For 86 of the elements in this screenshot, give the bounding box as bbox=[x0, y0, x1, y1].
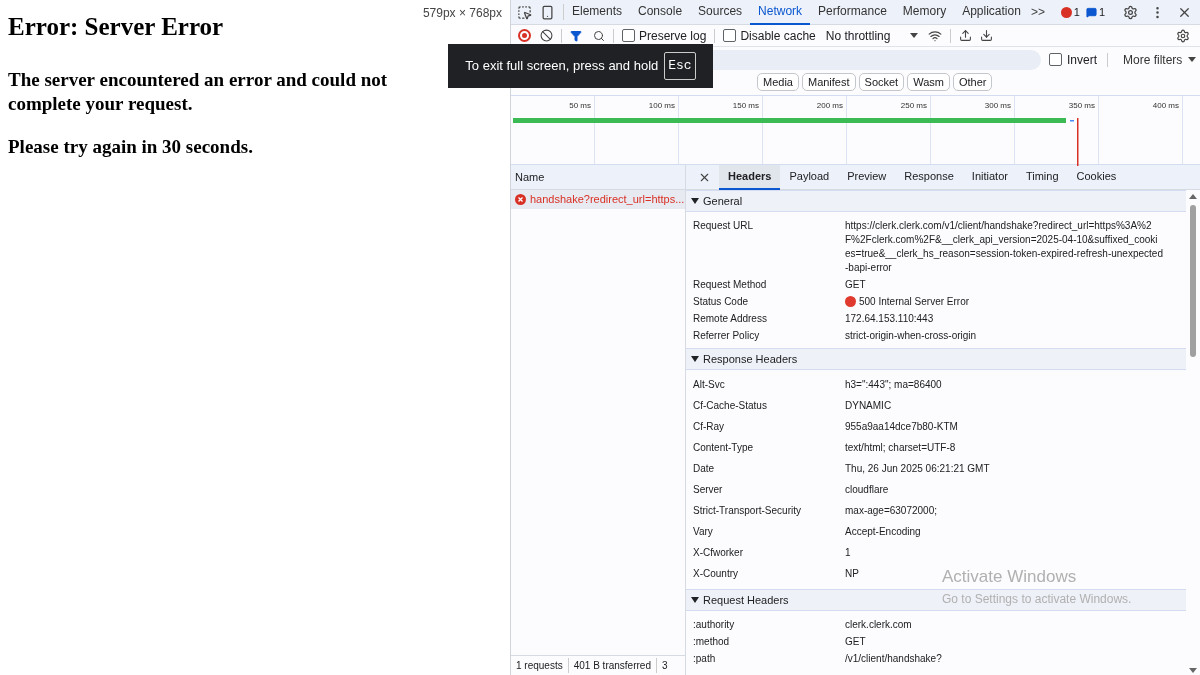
time-tick: 150 ms bbox=[732, 100, 759, 112]
more-tabs-button[interactable]: >> bbox=[1030, 3, 1045, 21]
checkbox-label: Invert bbox=[1067, 51, 1097, 69]
retry-message: Please try again in 30 seconds. bbox=[8, 134, 254, 159]
panel-tab[interactable]: Memory bbox=[894, 0, 955, 25]
header-name: :method bbox=[693, 634, 731, 649]
header-value: NP bbox=[845, 566, 859, 581]
filter-chip[interactable]: Wasm bbox=[907, 73, 950, 91]
time-tick: 50 ms bbox=[569, 100, 591, 112]
header-name: Content-Type bbox=[693, 440, 755, 455]
detail-tab[interactable]: Initiator bbox=[962, 164, 1017, 190]
fullscreen-toast: To exit full screen, press and hold Esc bbox=[448, 44, 713, 88]
header-value: clerk.clerk.com bbox=[845, 617, 912, 632]
header-value: Thu, 26 Jun 2025 06:21:21 GMT bbox=[845, 461, 990, 476]
panel-tab[interactable]: Network bbox=[750, 0, 811, 25]
detail-tab[interactable]: Preview bbox=[838, 164, 896, 190]
header-value: DYNAMIC bbox=[845, 398, 892, 413]
detail-tab[interactable]: Cookies bbox=[1067, 164, 1126, 190]
dimensions-label: 579px × 768px bbox=[422, 5, 502, 22]
panel-tab[interactable]: Application bbox=[954, 0, 1029, 25]
header-name: :authority bbox=[693, 617, 736, 632]
header-name: :path bbox=[693, 651, 717, 666]
time-tick: 400 ms bbox=[1152, 100, 1179, 112]
activation-subtitle: Go to Settings to activate Windows. bbox=[942, 590, 1132, 608]
panel-tab[interactable]: Console bbox=[630, 0, 691, 25]
detail-tab[interactable]: Payload bbox=[780, 164, 839, 190]
header-name: Strict-Transport-Security bbox=[693, 503, 802, 518]
header-value: cloudflare bbox=[845, 482, 889, 497]
activation-title: Activate Windows bbox=[942, 566, 1078, 588]
header-name: Cf-Ray bbox=[693, 419, 726, 434]
throttling-dropdown[interactable]: No throttling bbox=[825, 26, 919, 45]
time-tick: 100 ms bbox=[648, 100, 675, 112]
filter-chip[interactable]: Media bbox=[757, 73, 799, 91]
header-value: 955a9aa14dce7b80-KTM bbox=[845, 419, 958, 434]
header-value: h3=":443"; ma=86400 bbox=[845, 377, 942, 392]
time-tick: 250 ms bbox=[900, 100, 927, 112]
header-value: text/html; charset=UTF-8 bbox=[845, 440, 956, 455]
checkbox-label: Disable cache bbox=[740, 27, 816, 45]
header-name: Vary bbox=[693, 524, 714, 539]
header-value: max-age=63072000; bbox=[845, 503, 938, 518]
header-name: X-Cfworker bbox=[693, 545, 744, 560]
header-value: strict-origin-when-cross-origin bbox=[845, 328, 977, 343]
detail-tab[interactable]: Response bbox=[895, 164, 963, 190]
panel-tab[interactable]: Sources bbox=[690, 0, 751, 25]
header-name: X-Country bbox=[693, 566, 739, 581]
header-value: https://clerk.clerk.com/v1/client/handshake?redirect_url=https%3A%2F%2Fclerk.com%2F&__clerk_api_version=2025-04-10&suffixed_cookies=true&__clerk_hs_reason=session-token-expired-refresh-unexpected-bapi-error bbox=[845, 218, 1163, 275]
key-label: Esc bbox=[664, 52, 696, 80]
detail-tab[interactable]: Headers bbox=[719, 164, 781, 190]
filter-chip[interactable]: Other bbox=[952, 73, 993, 91]
more-filters-dropdown[interactable]: More filters bbox=[1123, 50, 1197, 69]
detail-tab[interactable]: Timing bbox=[1016, 164, 1068, 190]
time-tick: 350 ms bbox=[1068, 100, 1095, 112]
header-name: Date bbox=[693, 461, 716, 476]
header-name: Cf-Cache-Status bbox=[693, 398, 768, 413]
status-text: 3 bbox=[655, 658, 673, 673]
message-count[interactable]: 1 bbox=[1098, 3, 1105, 21]
column-header[interactable]: Name bbox=[515, 168, 545, 186]
filter-chip[interactable]: Manifest bbox=[801, 73, 856, 91]
header-name: Alt-Svc bbox=[693, 377, 726, 392]
header-value: GET bbox=[845, 277, 866, 292]
header-value: /v1/client/handshake? bbox=[845, 651, 942, 666]
panel-tab[interactable]: Elements bbox=[564, 0, 631, 25]
section-header[interactable]: General bbox=[686, 190, 1186, 212]
header-value: 1 bbox=[845, 545, 851, 560]
header-name: Request URL bbox=[693, 218, 755, 233]
time-tick: 300 ms bbox=[984, 100, 1011, 112]
filter-chip[interactable]: Socket bbox=[858, 73, 905, 91]
header-name: Referrer Policy bbox=[693, 328, 761, 343]
header-value: 172.64.153.110:443 bbox=[845, 311, 934, 326]
time-tick: 200 ms bbox=[816, 100, 843, 112]
status-text: 401 B transferred bbox=[567, 658, 656, 673]
panel-tab[interactable]: Performance bbox=[810, 0, 895, 25]
header-name: Status Code bbox=[693, 294, 750, 309]
header-name: Server bbox=[693, 482, 724, 497]
error-count[interactable]: 1 bbox=[1073, 3, 1080, 21]
header-name: Request Method bbox=[693, 277, 768, 292]
section-header[interactable]: Response Headers bbox=[686, 348, 1186, 370]
header-value: 500 Internal Server Error bbox=[859, 294, 970, 309]
checkbox-label: Preserve log bbox=[639, 27, 707, 45]
header-value: Accept-Encoding bbox=[845, 524, 921, 539]
status-text: 1 requests bbox=[515, 659, 564, 673]
header-name: Remote Address bbox=[693, 311, 768, 326]
page-title: Error: Server Error bbox=[8, 12, 224, 42]
header-value: GET bbox=[845, 634, 866, 649]
request-row[interactable]: handshake?redirect_url=https... bbox=[511, 190, 685, 209]
error-message: The server encountered an error and could not complete your request. bbox=[8, 67, 389, 116]
